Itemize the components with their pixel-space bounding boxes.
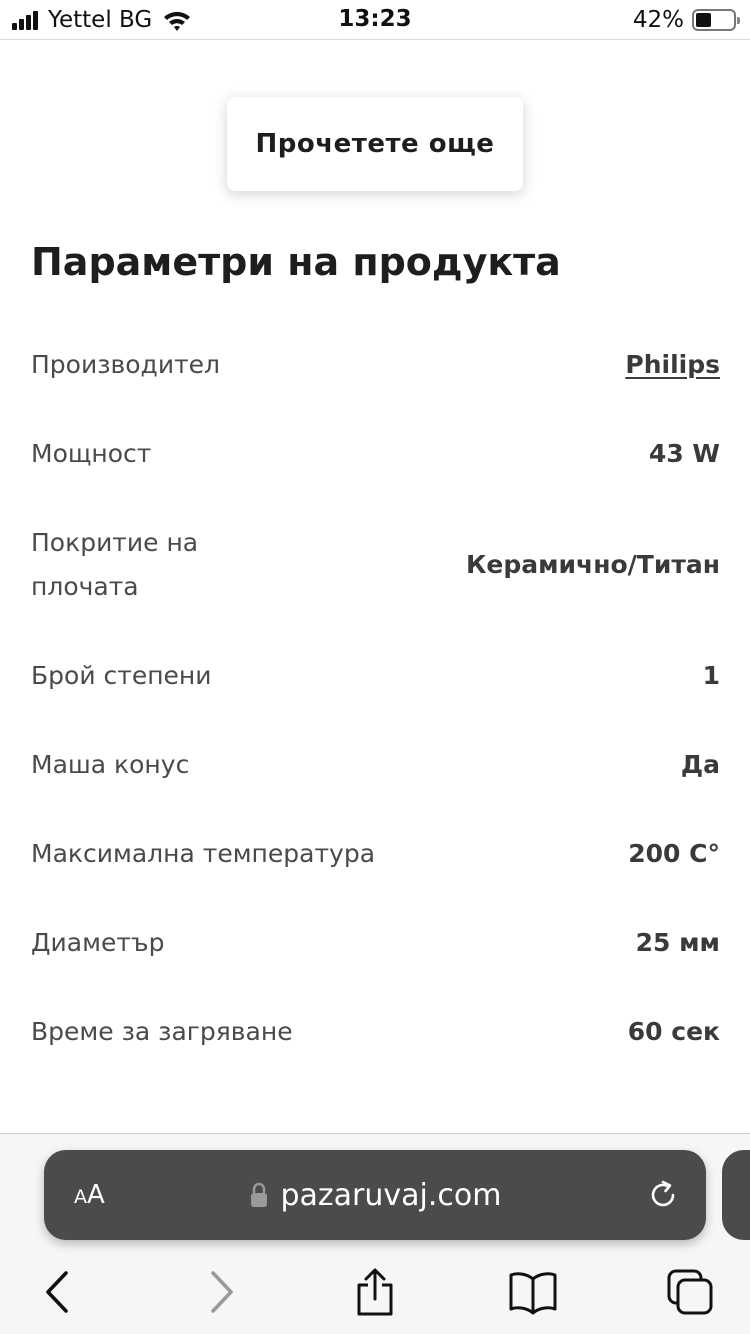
param-row-max-temperature: Максимална температура 200 C° — [31, 809, 720, 898]
bookmarks-icon[interactable] — [508, 1267, 558, 1317]
read-more-button[interactable]: Прочетете още — [227, 97, 523, 191]
param-row-manufacturer: Производител Philips — [31, 320, 720, 409]
param-row-diameter: Диаметър 25 мм — [31, 898, 720, 987]
param-row-heat-up-time: Време за загряване 60 сек — [31, 987, 720, 1076]
param-value: 200 C° — [628, 839, 720, 868]
share-icon[interactable] — [350, 1267, 400, 1317]
status-bar: Yettel BG 13:23 42% — [0, 0, 750, 40]
param-value: 1 — [702, 661, 720, 690]
param-value: Да — [680, 750, 720, 779]
product-parameters: Производител Philips Мощност 43 W Покрит… — [31, 320, 720, 1076]
param-label: Покритие на плочата — [31, 527, 199, 601]
battery-percent: 42% — [632, 7, 684, 33]
param-label: Мощност — [31, 438, 152, 468]
param-label: Брой степени — [31, 660, 212, 690]
param-label: Максимална температура — [31, 838, 376, 868]
battery-nub — [737, 17, 740, 24]
param-value: Керамично/Титан — [465, 550, 720, 579]
manufacturer-link[interactable]: Philips — [625, 350, 720, 379]
section-title: Параметри на продукта — [31, 240, 561, 284]
param-row-cone: Маша конус Да — [31, 720, 720, 809]
param-label: Време за загряване — [31, 1016, 293, 1046]
param-value: 60 сек — [627, 1017, 720, 1046]
url-display[interactable]: pazaruvaj.com — [44, 1150, 706, 1240]
param-value: 25 мм — [635, 928, 720, 957]
tabs-icon[interactable] — [665, 1267, 715, 1317]
battery-icon — [692, 9, 740, 31]
browser-bottom-bar: AA pazaruvaj.com — [0, 1133, 750, 1334]
url-text: pazaruvaj.com — [280, 1177, 502, 1213]
param-label: Производител — [31, 349, 220, 379]
param-label: Диаметър — [31, 927, 165, 957]
param-value: 43 W — [648, 439, 720, 468]
param-label: Маша конус — [31, 749, 190, 779]
back-icon[interactable] — [33, 1267, 83, 1317]
address-bar[interactable]: AA pazaruvaj.com — [44, 1150, 706, 1240]
reload-icon[interactable] — [646, 1178, 680, 1212]
lock-icon — [250, 1182, 267, 1207]
next-tab-preview[interactable] — [722, 1150, 750, 1240]
param-row-power: Мощност 43 W — [31, 409, 720, 498]
param-row-plate-coating: Покритие на плочата Керамично/Титан — [31, 498, 720, 631]
status-right: 42% — [632, 6, 740, 34]
battery-fill — [696, 13, 711, 27]
param-row-levels: Брой степени 1 — [31, 631, 720, 720]
forward-icon[interactable] — [196, 1267, 246, 1317]
